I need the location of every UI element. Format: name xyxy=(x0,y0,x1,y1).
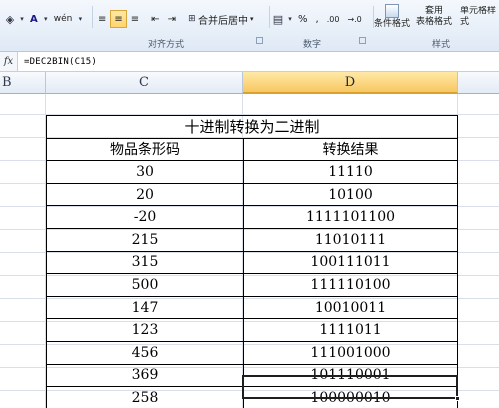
formula-input[interactable]: =DEC2BIN(C15) xyxy=(18,57,97,67)
table-row: 123 1111011 xyxy=(46,318,458,342)
result-cell[interactable]: 1111101100 xyxy=(243,205,458,229)
fill-color-dropdown-icon[interactable]: ▾ xyxy=(18,11,26,27)
cell-styles-label: 单元格样式 xyxy=(460,6,497,27)
number-launcher-icon[interactable] xyxy=(359,37,366,44)
decrease-decimal-button[interactable]: →.0 xyxy=(343,10,365,28)
comma-style-button[interactable]: , xyxy=(312,10,323,28)
barcode-cell[interactable]: 20 xyxy=(46,182,244,207)
column-header-d[interactable]: D xyxy=(243,72,458,94)
formula-bar: fx =DEC2BIN(C15) xyxy=(0,52,499,72)
table-row: 315 100111011 xyxy=(46,250,458,275)
table-title[interactable]: 十进制转换为二进制 xyxy=(46,115,458,139)
table-row: 456 111001000 xyxy=(46,340,458,365)
styles-group-label: 样式 xyxy=(432,40,451,50)
increase-indent-icon[interactable]: ⇥ xyxy=(164,10,180,28)
column-header-b[interactable]: B xyxy=(0,72,46,94)
merge-cells-icon: ⊞ xyxy=(188,14,196,24)
merge-center-button[interactable]: ⊞ 合并后居中 ▾ xyxy=(182,10,258,28)
table-row: 20 10100 xyxy=(46,182,458,207)
accounting-dropdown-icon[interactable]: ▾ xyxy=(286,11,294,27)
format-as-table-label-line1: 套用 xyxy=(425,6,444,16)
header-row: 物品条形码 转换结果 xyxy=(46,137,458,162)
percent-button[interactable]: % xyxy=(294,10,312,28)
barcode-cell[interactable]: 258 xyxy=(46,386,244,408)
number-controls: ▤ ▾ % , .00 →.0 xyxy=(270,4,366,34)
table-row: -20 1111101100 xyxy=(46,205,458,229)
font-color-button[interactable]: A xyxy=(26,10,42,28)
conditional-format-button[interactable]: 条件格式 xyxy=(374,4,410,30)
align-right-icon[interactable]: ≡ xyxy=(127,10,143,28)
table-row: 258 100000010 xyxy=(46,386,458,408)
number-group-label: 数字 xyxy=(303,40,322,50)
conditional-format-icon xyxy=(385,4,399,18)
table-row: 147 10010011 xyxy=(46,295,458,320)
result-cell[interactable]: 10010011 xyxy=(243,295,458,320)
barcode-cell[interactable]: 215 xyxy=(46,227,244,252)
cell-styles-button[interactable]: 单元格样式 xyxy=(460,6,499,28)
merge-dropdown-icon: ▾ xyxy=(249,15,254,23)
result-cell[interactable]: 111001000 xyxy=(243,340,458,365)
barcode-cell[interactable]: 456 xyxy=(46,340,244,365)
align-center-icon[interactable]: ≡ xyxy=(110,10,127,28)
fill-color-icon[interactable]: ◈ xyxy=(2,11,18,27)
barcode-cell[interactable]: 123 xyxy=(46,318,244,342)
accounting-format-icon[interactable]: ▤ xyxy=(270,11,286,27)
format-as-table-button[interactable]: 套用 表格格式 xyxy=(416,6,452,28)
column-header-e[interactable] xyxy=(458,72,499,94)
align-left-icon[interactable]: ≡ xyxy=(94,10,110,28)
result-cell[interactable]: 11110 xyxy=(243,160,458,184)
ribbon: ◈ ▾ A ▾ wén ▾ ≡ ≡ ≡ ⇤ ⇥ ⊞ 合并后居中 ▾ 对齐方式 ▤… xyxy=(0,0,499,52)
table-row: 30 11110 xyxy=(46,160,458,184)
increase-decimal-button[interactable]: .00 xyxy=(323,10,344,28)
alignment-group-label: 对齐方式 xyxy=(148,40,185,50)
phonetic-button[interactable]: wén xyxy=(50,10,77,28)
table-row: 215 11010111 xyxy=(46,227,458,252)
font-controls: ◈ ▾ A ▾ wén ▾ xyxy=(2,4,84,34)
result-cell[interactable]: 100111011 xyxy=(243,250,458,275)
title-row: 十进制转换为二进制 xyxy=(46,115,458,139)
barcode-cell[interactable]: 147 xyxy=(46,295,244,320)
phonetic-dropdown-icon[interactable]: ▾ xyxy=(76,11,84,27)
result-cell[interactable]: 111110100 xyxy=(243,273,458,297)
conditional-format-label: 条件格式 xyxy=(374,19,411,29)
column-header-c[interactable]: C xyxy=(46,72,243,94)
alignment-controls: ≡ ≡ ≡ ⇤ ⇥ ⊞ 合并后居中 ▾ xyxy=(94,4,257,34)
result-cell-selected[interactable]: 100000010 xyxy=(243,386,458,408)
format-as-table-label-line2: 表格格式 xyxy=(416,17,453,27)
header-barcode[interactable]: 物品条形码 xyxy=(46,137,244,162)
table-row: 369 101110001 xyxy=(46,363,458,388)
table-row: 500 111110100 xyxy=(46,273,458,297)
alignment-launcher-icon[interactable] xyxy=(256,37,263,44)
conversion-table: 十进制转换为二进制 物品条形码 转换结果 30 11110 20 10100 -… xyxy=(46,115,458,408)
result-cell[interactable]: 10100 xyxy=(243,182,458,207)
header-result[interactable]: 转换结果 xyxy=(243,137,458,162)
insert-function-icon[interactable]: fx xyxy=(0,52,18,71)
result-cell[interactable]: 101110001 xyxy=(243,363,458,388)
font-color-dropdown-icon[interactable]: ▾ xyxy=(42,11,50,27)
ribbon-separator xyxy=(92,6,93,28)
barcode-cell[interactable]: 30 xyxy=(46,160,244,184)
decrease-indent-icon[interactable]: ⇤ xyxy=(147,10,163,28)
barcode-cell[interactable]: 369 xyxy=(46,363,244,388)
barcode-cell[interactable]: 315 xyxy=(46,250,244,275)
barcode-cell[interactable]: 500 xyxy=(46,273,244,297)
result-cell[interactable]: 1111011 xyxy=(243,318,458,342)
barcode-cell[interactable]: -20 xyxy=(46,205,244,229)
merge-center-label: 合并后居中 xyxy=(197,15,248,27)
result-cell[interactable]: 11010111 xyxy=(243,227,458,252)
